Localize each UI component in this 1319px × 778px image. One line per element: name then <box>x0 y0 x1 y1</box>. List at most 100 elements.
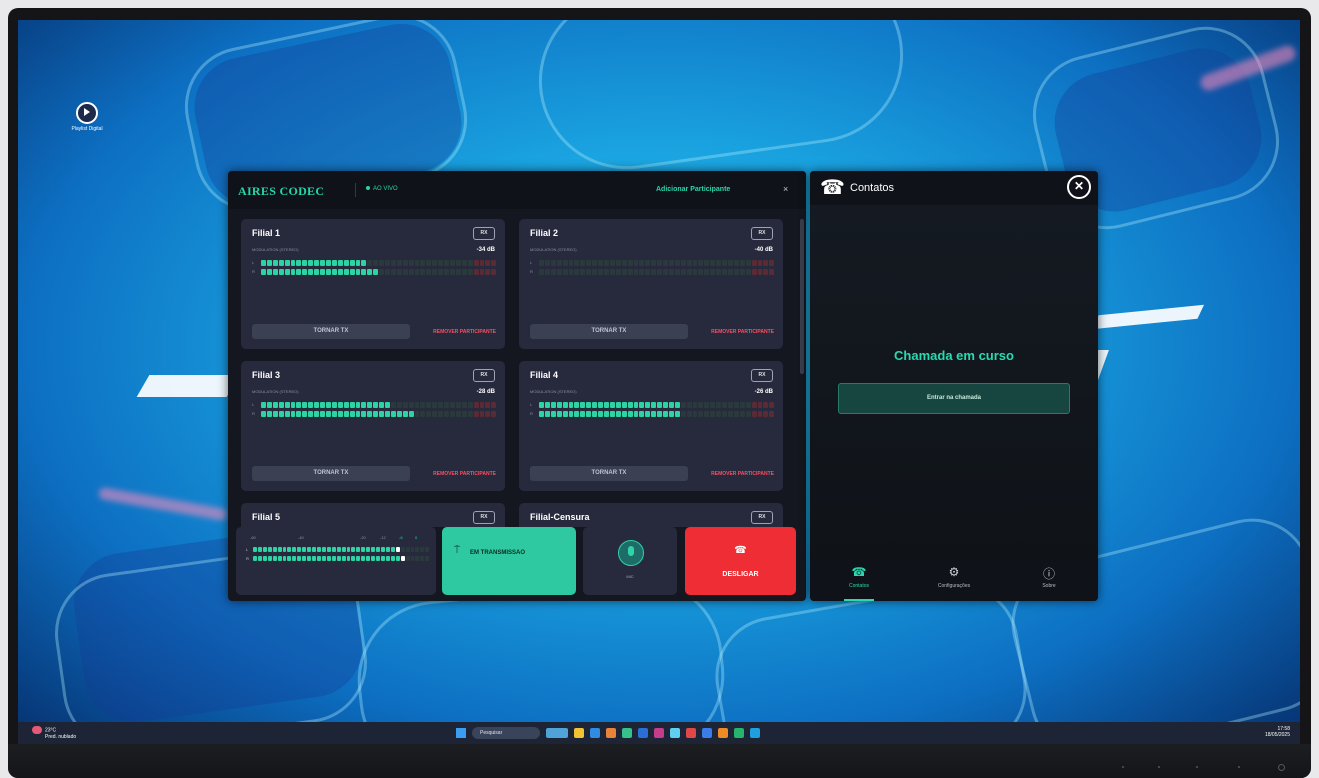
taskbar-app-icon[interactable] <box>670 728 680 738</box>
hangup-button[interactable]: ☎ DESLIGAR <box>685 527 796 595</box>
rx-badge[interactable]: RX <box>473 227 495 240</box>
meter-segment <box>361 556 366 561</box>
meter-segment <box>432 269 438 275</box>
meter-segment <box>261 269 266 275</box>
meter-segment <box>346 547 351 552</box>
modulation-label: MODULATION (STEREO) <box>252 247 299 252</box>
participant-card: Filial 3 RX MODULATION (STEREO) -28 dB L… <box>241 361 505 491</box>
meter-segment <box>704 402 710 408</box>
level-bar <box>261 260 497 266</box>
make-tx-button[interactable]: TORNAR TX <box>252 324 410 339</box>
meter-segment <box>609 411 615 417</box>
taskbar-app-icon[interactable] <box>686 728 696 738</box>
rx-badge[interactable]: RX <box>473 369 495 382</box>
meter-segment <box>716 269 722 275</box>
meter-segment <box>663 269 668 275</box>
taskbar-app-icon[interactable] <box>606 728 616 738</box>
nav-settings[interactable]: ⚙ Configurações <box>914 565 994 589</box>
taskbar-app-icon[interactable] <box>734 728 744 738</box>
nav-about[interactable]: ⓘ Sobre <box>1009 565 1089 589</box>
file-explorer-icon[interactable] <box>574 728 584 738</box>
channel-label: L <box>530 260 533 265</box>
desktop-shortcut[interactable]: Playlist Digital <box>62 102 112 132</box>
meter-segment <box>326 556 331 561</box>
remove-participant-button[interactable]: REMOVER PARTICIPANTE <box>433 329 496 335</box>
close-icon[interactable]: ✕ <box>1067 175 1091 199</box>
start-icon[interactable] <box>456 728 466 738</box>
meter-segment <box>757 260 763 266</box>
remove-participant-button[interactable]: REMOVER PARTICIPANTE <box>711 471 774 477</box>
meter-right: R <box>252 269 497 275</box>
meter-segment <box>686 411 692 417</box>
meter-segment <box>420 411 426 417</box>
meter-segment <box>355 269 361 275</box>
make-tx-button[interactable]: TORNAR TX <box>530 324 688 339</box>
meter-segment <box>461 269 467 275</box>
taskbar-app-icon[interactable] <box>718 728 728 738</box>
meter-segment <box>408 402 414 408</box>
meter-segment <box>278 269 284 275</box>
taskbar-app-icon[interactable] <box>702 728 712 738</box>
join-call-button[interactable]: Entrar na chamada <box>838 383 1070 414</box>
transmission-status[interactable]: ⍑ EM TRANSMISSAO <box>442 527 576 595</box>
nav-contacts[interactable]: ☎ Contatos <box>819 565 899 589</box>
search-input[interactable]: Pesquisar <box>472 727 540 739</box>
meter-segment <box>680 269 686 275</box>
meter-segment <box>657 269 663 275</box>
meter-segment <box>349 269 355 275</box>
meter-segment <box>722 411 727 417</box>
scrollbar[interactable] <box>800 219 804 374</box>
weather-widget[interactable]: 23°C Pred. nublado <box>32 726 76 740</box>
meter-segment <box>680 260 686 266</box>
meter-segment <box>308 411 314 417</box>
rx-badge[interactable]: RX <box>751 227 773 240</box>
remove-participant-button[interactable]: REMOVER PARTICIPANTE <box>433 471 496 477</box>
meter-left: L <box>530 260 775 266</box>
meter-segment <box>325 402 331 408</box>
meter-segment <box>284 269 290 275</box>
taskbar-app-icon[interactable] <box>622 728 632 738</box>
taskbar-app-icon[interactable] <box>750 728 760 738</box>
meter-segment <box>257 547 262 552</box>
meter-segment <box>609 402 615 408</box>
taskbar-app-icon[interactable] <box>638 728 648 738</box>
meter-segment <box>704 260 710 266</box>
rx-badge[interactable]: RX <box>473 511 495 524</box>
meter-segment <box>346 556 351 561</box>
system-clock[interactable]: 17:58 18/05/2025 <box>1265 726 1290 738</box>
rx-badge[interactable]: RX <box>751 369 773 382</box>
rx-badge[interactable]: RX <box>751 511 773 524</box>
master-level-bar <box>253 547 430 552</box>
taskbar-app-icon[interactable] <box>546 728 568 738</box>
clock-date: 18/05/2025 <box>1264 732 1290 738</box>
make-tx-button[interactable]: TORNAR TX <box>252 466 410 481</box>
make-tx-button[interactable]: TORNAR TX <box>530 466 688 481</box>
browser-icon[interactable] <box>590 728 600 738</box>
meter-segment <box>308 402 314 408</box>
meter-segment <box>716 260 722 266</box>
meter-segment <box>343 269 349 275</box>
meter-segment <box>627 260 633 266</box>
meter-segment <box>603 260 609 266</box>
add-participant-button[interactable]: Adicionar Participante <box>656 186 730 193</box>
channel-label: L <box>246 547 249 552</box>
bezel-indicator <box>1158 766 1160 768</box>
meter-segment <box>320 402 325 408</box>
live-label: AO VIVO <box>373 186 398 192</box>
remove-participant-button[interactable]: REMOVER PARTICIPANTE <box>711 329 774 335</box>
meter-segment <box>272 260 278 266</box>
channel-label: R <box>530 269 533 274</box>
meter-segment <box>278 402 284 408</box>
meter-segment <box>663 411 668 417</box>
meter-segment <box>420 547 425 552</box>
meter-segment <box>314 402 320 408</box>
meter-segment <box>343 411 349 417</box>
close-icon[interactable]: × <box>783 184 788 194</box>
taskbar-app-icon[interactable] <box>654 728 664 738</box>
participant-card: Filial-Censura RX <box>519 503 783 527</box>
meter-segment <box>355 260 361 266</box>
meter-segment <box>491 260 497 266</box>
mic-button[interactable]: MIC <box>583 527 677 595</box>
phone-icon: ☎ <box>820 177 845 199</box>
power-button[interactable] <box>1278 764 1285 771</box>
